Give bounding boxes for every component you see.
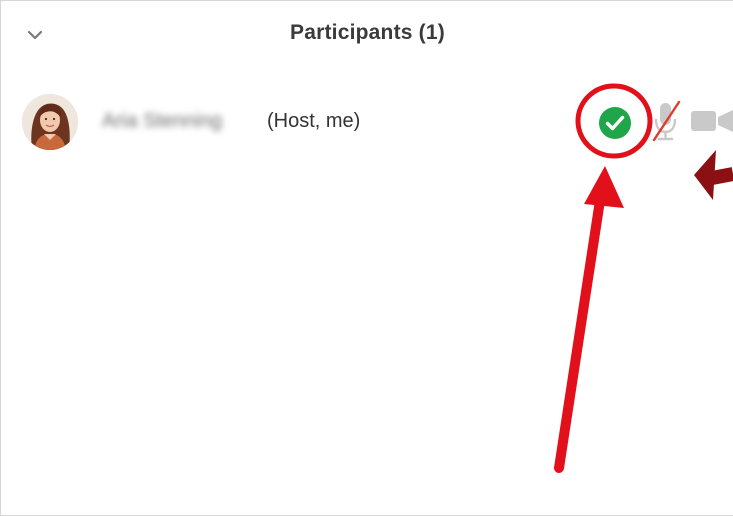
participant-name: Aria Stenning [102, 110, 223, 132]
panel-title: Participants (1) [290, 21, 445, 44]
participant-row[interactable]: Aria Stenning (Host, me) [1, 87, 733, 155]
participants-panel: Participants (1) Aria Stenning (Host, me… [0, 0, 733, 516]
avatar [22, 94, 78, 150]
video-camera-icon[interactable] [689, 105, 733, 137]
panel-header: Participants (1) [1, 1, 733, 69]
check-circle-icon [597, 105, 633, 141]
microphone-muted-icon[interactable] [650, 99, 682, 143]
participant-role: (Host, me) [267, 110, 361, 132]
